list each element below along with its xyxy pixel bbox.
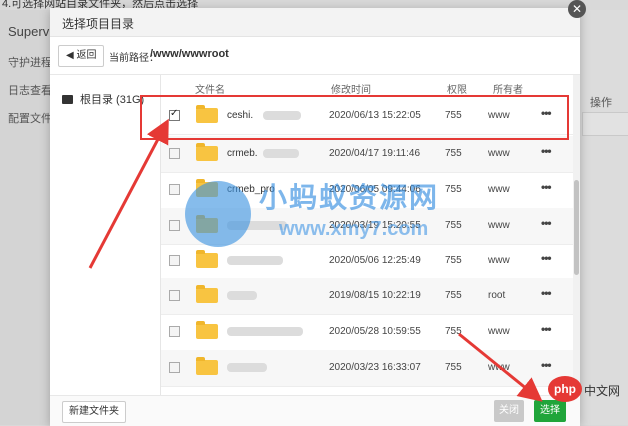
file-owner: www — [488, 326, 510, 337]
file-row[interactable]: 2019/08/15 10:22:19 755 root ••• — [161, 278, 573, 315]
dialog-header: 选择项目目录 — [50, 8, 580, 37]
php-logo-icon: php — [548, 376, 582, 402]
file-mtime: 2020/05/06 12:25:49 — [329, 255, 421, 266]
file-permission: 755 — [445, 290, 462, 301]
root-directory-label: 根目录 (31G) — [80, 94, 145, 106]
folder-icon — [196, 250, 218, 268]
folder-icon — [196, 321, 218, 339]
column-header-owner: 所有者 — [493, 85, 523, 96]
column-header-name: 文件名 — [195, 85, 225, 96]
file-owner: www — [488, 184, 510, 195]
redacted-name — [227, 256, 283, 265]
file-name[interactable]: crmeb_pro — [227, 184, 275, 195]
file-mtime: 2020/06/05 09:44:06 — [329, 184, 421, 195]
more-actions-icon[interactable]: ••• — [541, 251, 552, 265]
file-owner: www — [488, 148, 510, 159]
background-field — [582, 112, 628, 136]
file-permission: 755 — [445, 148, 462, 159]
background-operation-label: 操作 — [590, 97, 612, 109]
folder-icon — [196, 357, 218, 375]
close-icon[interactable]: ✕ — [568, 0, 586, 18]
close-button[interactable]: 关闭 — [494, 400, 524, 422]
redacted-name — [227, 327, 303, 336]
file-owner: www — [488, 220, 510, 231]
current-path-value: /www/wwwroot — [150, 48, 229, 60]
scrollbar[interactable] — [573, 75, 580, 395]
file-row[interactable]: 2020/05/06 12:25:49 755 www ••• — [161, 243, 573, 280]
file-permission: 755 — [445, 326, 462, 337]
back-button[interactable]: ◀ 返回 — [58, 45, 105, 67]
file-permission: 755 — [445, 255, 462, 266]
more-actions-icon[interactable]: ••• — [541, 180, 552, 194]
php-site-label: 中文网 — [584, 384, 621, 398]
dialog-footer: 新建文件夹 关闭 选择 — [50, 395, 580, 426]
more-actions-icon[interactable]: ••• — [541, 286, 552, 300]
file-owner: root — [488, 290, 506, 301]
more-actions-icon[interactable]: ••• — [541, 358, 552, 372]
row-checkbox[interactable] — [169, 255, 180, 266]
new-folder-button[interactable]: 新建文件夹 — [62, 401, 126, 423]
scrollbar-thumb[interactable] — [574, 180, 579, 275]
more-actions-icon[interactable]: ••• — [541, 322, 552, 336]
dialog-toolbar: ◀ 返回 当前路径： /www/wwwroot — [50, 37, 580, 75]
row-checkbox[interactable] — [169, 220, 180, 231]
back-button-label: 返回 — [76, 50, 97, 61]
file-owner: www — [488, 362, 510, 373]
folder-icon — [196, 285, 218, 303]
dialog-title: 选择项目目录 — [62, 17, 135, 31]
file-mtime: 2020/04/17 19:11:46 — [329, 148, 421, 159]
back-arrow-icon: ◀ — [66, 50, 74, 61]
select-button[interactable]: 选择 — [534, 400, 566, 422]
folder-icon — [196, 215, 218, 233]
file-permission: 755 — [445, 362, 462, 373]
disk-icon — [62, 95, 73, 104]
file-row[interactable]: 2020/05/28 10:59:55 755 www ••• — [161, 314, 573, 351]
background-sidebar: Supervis 守护进程管 日志查看 配置文件 — [0, 10, 63, 425]
column-header-perm: 权限 — [447, 85, 467, 96]
more-actions-icon[interactable]: ••• — [541, 144, 552, 158]
file-mtime: 2020/03/19 15:20:55 — [329, 220, 421, 231]
row-checkbox[interactable] — [169, 148, 180, 159]
row-checkbox[interactable] — [169, 326, 180, 337]
more-actions-icon[interactable]: ••• — [541, 216, 552, 230]
row-checkbox[interactable] — [169, 362, 180, 373]
file-row[interactable]: crmeb_pro 2020/06/05 09:44:06 755 www ••• — [161, 172, 573, 209]
file-mtime: 2019/08/15 10:22:19 — [329, 290, 421, 301]
row-checkbox[interactable] — [169, 184, 180, 195]
folder-icon — [196, 143, 218, 161]
redacted-name — [227, 221, 287, 230]
file-owner: www — [488, 255, 510, 266]
file-mtime: 2020/05/28 10:59:55 — [329, 326, 421, 337]
background-right-panel — [580, 10, 628, 425]
file-name[interactable]: crmeb. — [227, 148, 258, 159]
folder-icon — [196, 179, 218, 197]
column-header-mtime: 修改时间 — [331, 85, 371, 96]
file-permission: 755 — [445, 184, 462, 195]
file-row[interactable]: crmeb. 2020/04/17 19:11:46 755 www ••• — [161, 136, 573, 173]
redacted-name — [227, 291, 257, 300]
file-row[interactable]: 2020/03/23 16:33:07 755 www ••• — [161, 350, 573, 387]
selected-row-highlight — [140, 95, 569, 140]
file-mtime: 2020/03/23 16:33:07 — [329, 362, 421, 373]
background-menu-item[interactable]: 日志查看 — [8, 82, 52, 98]
file-permission: 755 — [445, 220, 462, 231]
redacted-name — [227, 363, 267, 372]
file-row[interactable]: 2020/03/19 15:20:55 755 www ••• — [161, 208, 573, 245]
background-menu-item[interactable]: 配置文件 — [8, 110, 52, 126]
row-checkbox[interactable] — [169, 290, 180, 301]
redacted-name — [263, 149, 299, 158]
